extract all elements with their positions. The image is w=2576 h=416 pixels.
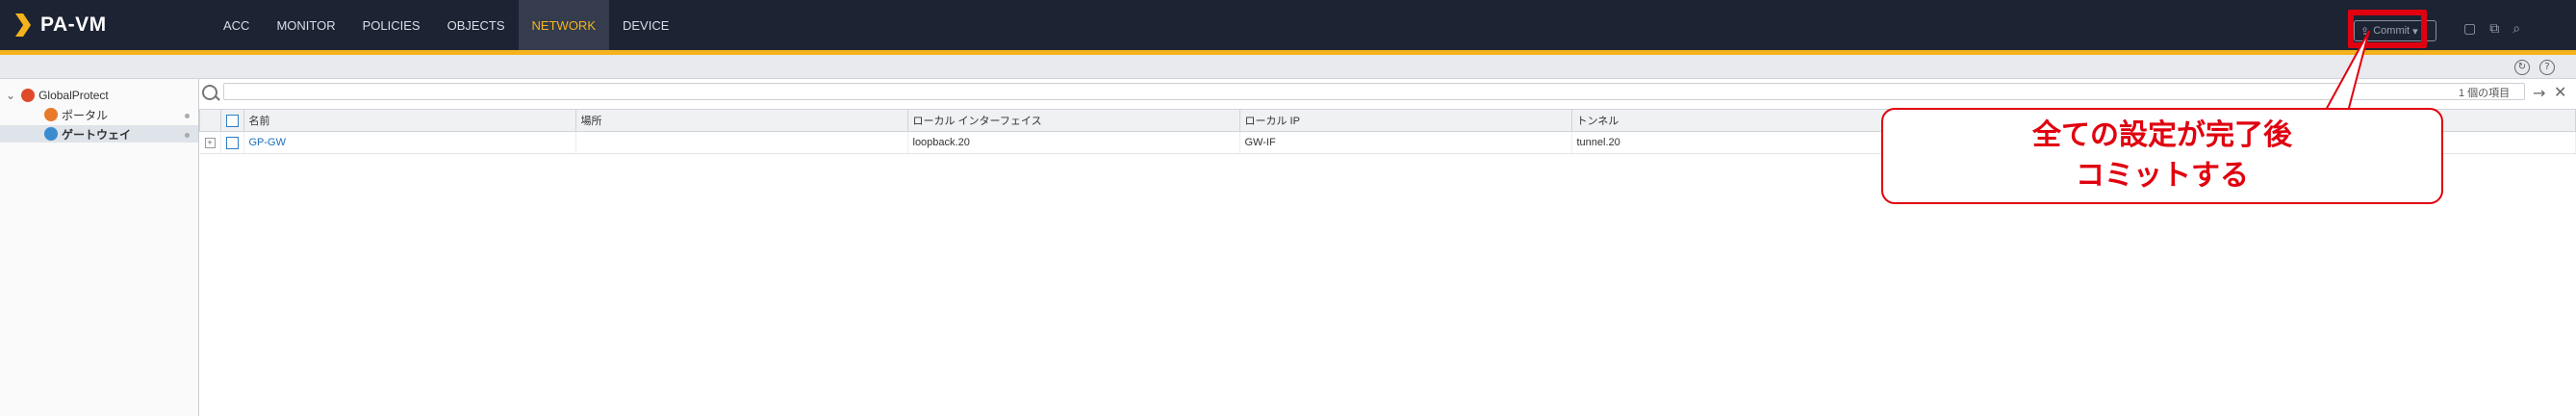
search-input[interactable] [223,83,2525,100]
nav-policies[interactable]: POLICIES [349,0,434,50]
tree-item-label: ゲートウェイ [62,127,132,142]
expand-column-header [199,109,221,132]
cell-local-interface: loopback.20 [907,131,1240,154]
callout-pointer [2323,30,2370,113]
help-icon[interactable]: ? [2539,60,2555,75]
expand-cell[interactable]: + [199,131,221,154]
app-title: PA-VM [40,13,107,36]
callout-line-2: コミットする [2076,159,2249,193]
nav-acc[interactable]: ACC [210,0,263,50]
sidebar: ⌄ GlobalProtect ポータル ゲートウェイ [0,79,199,416]
nav-monitor[interactable]: MONITOR [263,0,348,50]
select-all-header[interactable] [219,109,244,132]
tree-item-label: ポータル [62,108,109,122]
select-cell[interactable] [220,131,244,154]
search-icon [202,85,217,100]
status-dot [185,133,190,138]
annotation-callout: 全ての設定が完了後 コミットする [1881,108,2443,204]
cell-local-ip: GW-IF [1239,131,1572,154]
tree-root-label: GlobalProtect [38,89,109,102]
top-navigation-bar: PA-VM ACC MONITOR POLICIES OBJECTS NETWO… [0,0,2576,50]
callout-line-1: 全ての設定が完了後 [2032,118,2292,152]
column-header-local-interface[interactable]: ローカル インターフェイス [906,109,1240,132]
expand-row-icon[interactable]: + [204,137,216,148]
gateway-icon [44,127,58,141]
column-header-location[interactable]: 場所 [574,109,908,132]
result-count: 1 個の項目 [2459,88,2511,99]
tree-item-gateway[interactable]: ゲートウェイ [0,125,198,143]
tree-item-portal[interactable]: ポータル [44,106,108,123]
nav-device[interactable]: DEVICE [609,0,682,50]
column-header-name[interactable]: 名前 [242,109,576,132]
nav-network[interactable]: NETWORK [518,0,609,50]
refresh-icon[interactable]: ↻ [2514,60,2530,75]
chevron-down-icon[interactable]: ⌄ [6,89,15,102]
apply-filter-icon[interactable]: → [2533,84,2545,102]
clear-filter-icon[interactable]: ✕ [2554,83,2566,101]
globalprotect-icon [21,89,36,102]
select-all-checkbox[interactable] [225,114,239,127]
cell-location [575,131,908,154]
main-nav: ACC MONITOR POLICIES OBJECTS NETWORK DEV… [210,0,682,50]
row-checkbox[interactable] [225,136,239,149]
top-icons: ▢ ⧉ ⌕ [2463,21,2520,37]
portal-icon [44,108,58,121]
cell-name[interactable]: GP-GW [243,131,576,154]
column-header-local-ip[interactable]: ローカル IP [1238,109,1572,132]
paloalto-logo-icon [13,13,33,37]
gateway-name-link[interactable]: GP-GW [249,137,287,148]
nav-objects[interactable]: OBJECTS [434,0,519,50]
save-icon[interactable]: ⧉ [2489,21,2499,37]
search-icon[interactable]: ⌕ [2512,21,2520,37]
tree-root-globalprotect[interactable]: ⌄ GlobalProtect [6,87,109,104]
sub-toolbar-icons: ↻ ? [2514,60,2555,75]
sub-toolbar [0,55,2576,79]
status-dot [185,114,190,118]
pa-vm-logo[interactable]: PA-VM [13,13,107,37]
config-lock-icon[interactable]: ▢ [2463,21,2476,37]
